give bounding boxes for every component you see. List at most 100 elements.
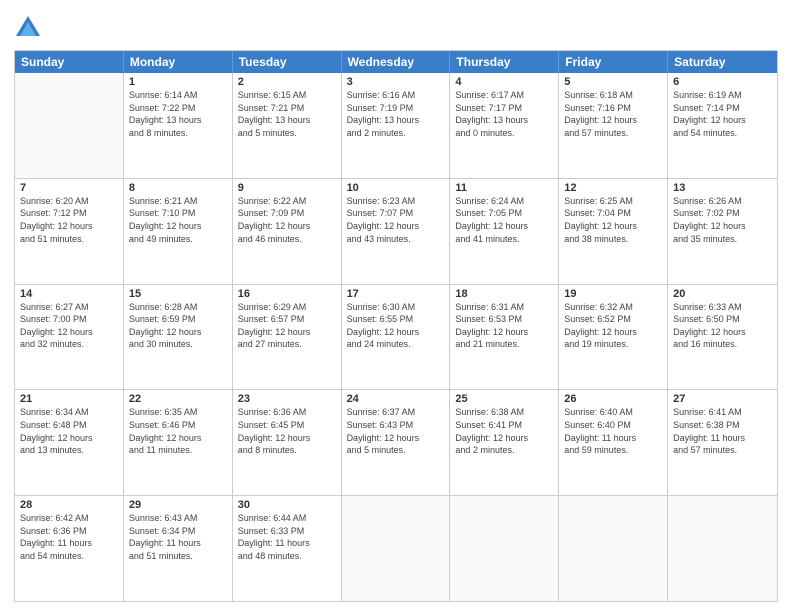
calendar-cell: 12Sunrise: 6:25 AM Sunset: 7:04 PM Dayli… (559, 179, 668, 284)
calendar-cell: 6Sunrise: 6:19 AM Sunset: 7:14 PM Daylig… (668, 73, 777, 178)
calendar-cell: 4Sunrise: 6:17 AM Sunset: 7:17 PM Daylig… (450, 73, 559, 178)
calendar-cell: 13Sunrise: 6:26 AM Sunset: 7:02 PM Dayli… (668, 179, 777, 284)
calendar-body: 1Sunrise: 6:14 AM Sunset: 7:22 PM Daylig… (15, 73, 777, 601)
calendar-cell: 14Sunrise: 6:27 AM Sunset: 7:00 PM Dayli… (15, 285, 124, 390)
cell-info: Sunrise: 6:37 AM Sunset: 6:43 PM Dayligh… (347, 406, 445, 456)
header-day-sunday: Sunday (15, 51, 124, 73)
header-day-saturday: Saturday (668, 51, 777, 73)
cell-info: Sunrise: 6:25 AM Sunset: 7:04 PM Dayligh… (564, 195, 662, 245)
calendar-cell: 9Sunrise: 6:22 AM Sunset: 7:09 PM Daylig… (233, 179, 342, 284)
calendar-cell: 29Sunrise: 6:43 AM Sunset: 6:34 PM Dayli… (124, 496, 233, 601)
cell-info: Sunrise: 6:14 AM Sunset: 7:22 PM Dayligh… (129, 89, 227, 139)
day-number: 8 (129, 182, 227, 194)
calendar-cell (559, 496, 668, 601)
cell-info: Sunrise: 6:34 AM Sunset: 6:48 PM Dayligh… (20, 406, 118, 456)
cell-info: Sunrise: 6:23 AM Sunset: 7:07 PM Dayligh… (347, 195, 445, 245)
day-number: 4 (455, 76, 553, 88)
cell-info: Sunrise: 6:29 AM Sunset: 6:57 PM Dayligh… (238, 301, 336, 351)
cell-info: Sunrise: 6:17 AM Sunset: 7:17 PM Dayligh… (455, 89, 553, 139)
calendar-cell (15, 73, 124, 178)
header-day-friday: Friday (559, 51, 668, 73)
cell-info: Sunrise: 6:30 AM Sunset: 6:55 PM Dayligh… (347, 301, 445, 351)
calendar-cell: 11Sunrise: 6:24 AM Sunset: 7:05 PM Dayli… (450, 179, 559, 284)
cell-info: Sunrise: 6:33 AM Sunset: 6:50 PM Dayligh… (673, 301, 772, 351)
day-number: 10 (347, 182, 445, 194)
page: SundayMondayTuesdayWednesdayThursdayFrid… (0, 0, 792, 612)
calendar-cell: 8Sunrise: 6:21 AM Sunset: 7:10 PM Daylig… (124, 179, 233, 284)
calendar-cell (450, 496, 559, 601)
day-number: 20 (673, 288, 772, 300)
cell-info: Sunrise: 6:20 AM Sunset: 7:12 PM Dayligh… (20, 195, 118, 245)
calendar-cell: 30Sunrise: 6:44 AM Sunset: 6:33 PM Dayli… (233, 496, 342, 601)
day-number: 23 (238, 393, 336, 405)
day-number: 28 (20, 499, 118, 511)
day-number: 25 (455, 393, 553, 405)
calendar-cell: 3Sunrise: 6:16 AM Sunset: 7:19 PM Daylig… (342, 73, 451, 178)
calendar-cell: 19Sunrise: 6:32 AM Sunset: 6:52 PM Dayli… (559, 285, 668, 390)
day-number: 22 (129, 393, 227, 405)
calendar-row-2: 7Sunrise: 6:20 AM Sunset: 7:12 PM Daylig… (15, 179, 777, 285)
day-number: 21 (20, 393, 118, 405)
calendar-row-1: 1Sunrise: 6:14 AM Sunset: 7:22 PM Daylig… (15, 73, 777, 179)
day-number: 3 (347, 76, 445, 88)
calendar-cell (668, 496, 777, 601)
day-number: 11 (455, 182, 553, 194)
cell-info: Sunrise: 6:43 AM Sunset: 6:34 PM Dayligh… (129, 512, 227, 562)
cell-info: Sunrise: 6:21 AM Sunset: 7:10 PM Dayligh… (129, 195, 227, 245)
header-day-tuesday: Tuesday (233, 51, 342, 73)
calendar-cell: 25Sunrise: 6:38 AM Sunset: 6:41 PM Dayli… (450, 390, 559, 495)
cell-info: Sunrise: 6:26 AM Sunset: 7:02 PM Dayligh… (673, 195, 772, 245)
calendar-cell: 17Sunrise: 6:30 AM Sunset: 6:55 PM Dayli… (342, 285, 451, 390)
cell-info: Sunrise: 6:15 AM Sunset: 7:21 PM Dayligh… (238, 89, 336, 139)
calendar-cell: 7Sunrise: 6:20 AM Sunset: 7:12 PM Daylig… (15, 179, 124, 284)
calendar-cell: 2Sunrise: 6:15 AM Sunset: 7:21 PM Daylig… (233, 73, 342, 178)
calendar-cell: 28Sunrise: 6:42 AM Sunset: 6:36 PM Dayli… (15, 496, 124, 601)
logo-icon (14, 14, 42, 42)
day-number: 29 (129, 499, 227, 511)
day-number: 27 (673, 393, 772, 405)
day-number: 9 (238, 182, 336, 194)
header-day-thursday: Thursday (450, 51, 559, 73)
calendar-cell: 26Sunrise: 6:40 AM Sunset: 6:40 PM Dayli… (559, 390, 668, 495)
cell-info: Sunrise: 6:44 AM Sunset: 6:33 PM Dayligh… (238, 512, 336, 562)
calendar-row-5: 28Sunrise: 6:42 AM Sunset: 6:36 PM Dayli… (15, 496, 777, 601)
calendar-cell: 16Sunrise: 6:29 AM Sunset: 6:57 PM Dayli… (233, 285, 342, 390)
cell-info: Sunrise: 6:31 AM Sunset: 6:53 PM Dayligh… (455, 301, 553, 351)
day-number: 7 (20, 182, 118, 194)
calendar: SundayMondayTuesdayWednesdayThursdayFrid… (14, 50, 778, 602)
logo (14, 14, 46, 42)
day-number: 1 (129, 76, 227, 88)
cell-info: Sunrise: 6:24 AM Sunset: 7:05 PM Dayligh… (455, 195, 553, 245)
day-number: 14 (20, 288, 118, 300)
cell-info: Sunrise: 6:28 AM Sunset: 6:59 PM Dayligh… (129, 301, 227, 351)
cell-info: Sunrise: 6:19 AM Sunset: 7:14 PM Dayligh… (673, 89, 772, 139)
cell-info: Sunrise: 6:27 AM Sunset: 7:00 PM Dayligh… (20, 301, 118, 351)
header-day-wednesday: Wednesday (342, 51, 451, 73)
calendar-cell: 22Sunrise: 6:35 AM Sunset: 6:46 PM Dayli… (124, 390, 233, 495)
calendar-cell: 21Sunrise: 6:34 AM Sunset: 6:48 PM Dayli… (15, 390, 124, 495)
cell-info: Sunrise: 6:35 AM Sunset: 6:46 PM Dayligh… (129, 406, 227, 456)
day-number: 18 (455, 288, 553, 300)
cell-info: Sunrise: 6:41 AM Sunset: 6:38 PM Dayligh… (673, 406, 772, 456)
calendar-cell: 15Sunrise: 6:28 AM Sunset: 6:59 PM Dayli… (124, 285, 233, 390)
header (14, 10, 778, 42)
cell-info: Sunrise: 6:22 AM Sunset: 7:09 PM Dayligh… (238, 195, 336, 245)
day-number: 13 (673, 182, 772, 194)
header-day-monday: Monday (124, 51, 233, 73)
calendar-cell: 27Sunrise: 6:41 AM Sunset: 6:38 PM Dayli… (668, 390, 777, 495)
calendar-cell: 10Sunrise: 6:23 AM Sunset: 7:07 PM Dayli… (342, 179, 451, 284)
day-number: 26 (564, 393, 662, 405)
day-number: 2 (238, 76, 336, 88)
cell-info: Sunrise: 6:36 AM Sunset: 6:45 PM Dayligh… (238, 406, 336, 456)
cell-info: Sunrise: 6:38 AM Sunset: 6:41 PM Dayligh… (455, 406, 553, 456)
day-number: 12 (564, 182, 662, 194)
day-number: 17 (347, 288, 445, 300)
calendar-header: SundayMondayTuesdayWednesdayThursdayFrid… (15, 51, 777, 73)
cell-info: Sunrise: 6:40 AM Sunset: 6:40 PM Dayligh… (564, 406, 662, 456)
day-number: 16 (238, 288, 336, 300)
day-number: 5 (564, 76, 662, 88)
calendar-cell: 23Sunrise: 6:36 AM Sunset: 6:45 PM Dayli… (233, 390, 342, 495)
calendar-row-3: 14Sunrise: 6:27 AM Sunset: 7:00 PM Dayli… (15, 285, 777, 391)
calendar-cell: 18Sunrise: 6:31 AM Sunset: 6:53 PM Dayli… (450, 285, 559, 390)
cell-info: Sunrise: 6:18 AM Sunset: 7:16 PM Dayligh… (564, 89, 662, 139)
